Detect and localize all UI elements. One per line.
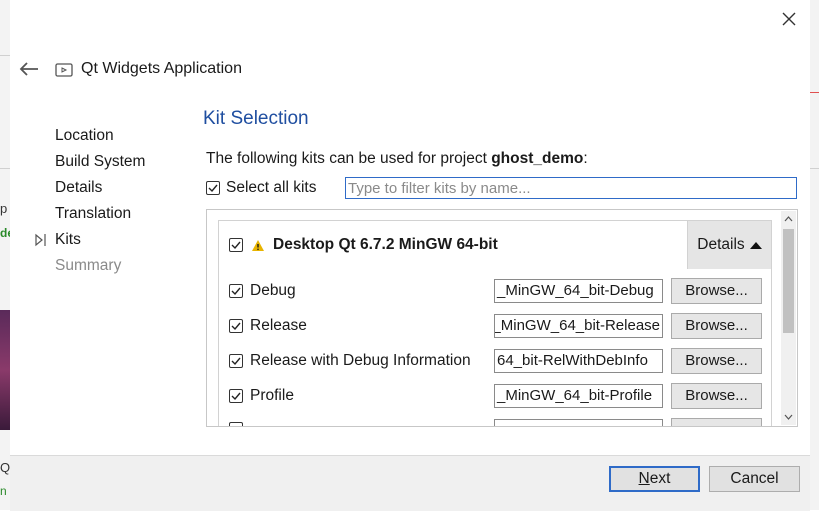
page-title: Kit Selection [203, 108, 309, 129]
current-step-marker-icon [33, 231, 49, 249]
arrow-left-icon [19, 62, 38, 76]
details-label: Details [697, 236, 745, 253]
build-directory-field[interactable]: _MinGW_64_bit-Profile [494, 384, 663, 408]
intro-prefix: The following kits can be used for proje… [206, 150, 492, 167]
project-name: ghost_demo [491, 150, 584, 167]
wizard-header: Qt Widgets Application [10, 52, 810, 88]
build-config-row: Release with Debug Information 64_bit-Re… [229, 347, 769, 375]
close-button[interactable] [780, 10, 798, 28]
build-config-label: Debug [250, 282, 296, 299]
build-config-label: Release [250, 317, 307, 334]
build-directory-field[interactable]: 64_bit-RelWithDebInfo [494, 349, 663, 373]
checkbox-checked-icon [229, 389, 243, 403]
build-directory-value: 64_bit-RelWithDebInfo [497, 352, 648, 369]
select-all-kits-checkbox[interactable]: Select all kits [206, 178, 316, 198]
wizard-steps: Location Build System Details Translatio… [35, 126, 195, 282]
checkbox-checked-icon [206, 181, 220, 195]
checkbox-icon [229, 422, 243, 426]
browse-button[interactable]: Browse... [671, 313, 762, 339]
triangle-up-icon [749, 242, 762, 249]
application-window-icon [55, 62, 73, 78]
step-location: Location [55, 126, 195, 152]
warning-icon [252, 239, 264, 251]
next-label-rest: ext [649, 470, 671, 487]
checkbox-checked-icon [229, 319, 243, 333]
checkbox-checked-icon[interactable] [229, 238, 243, 252]
build-directory-value: _MinGW_64_bit-Profile [497, 387, 653, 404]
step-label: Kits [55, 231, 81, 248]
background-text: p [0, 201, 8, 216]
wizard-footer: Next Cancel [10, 455, 810, 511]
browse-button[interactable]: Browse... [671, 348, 762, 374]
build-directory-field[interactable] [494, 419, 663, 426]
scroll-down-icon[interactable] [784, 414, 793, 420]
kit-panel: Desktop Qt 6.7.2 MinGW 64-bit Details De… [218, 220, 772, 426]
kit-header[interactable]: Desktop Qt 6.7.2 MinGW 64-bit [229, 236, 498, 254]
browse-button[interactable] [671, 418, 762, 426]
build-directory-value: _MinGW_64_bit-Release [494, 317, 660, 334]
intro-text: The following kits can be used for proje… [206, 150, 588, 168]
build-directory-field[interactable]: _MinGW_64_bit-Debug [494, 279, 663, 303]
next-mnemonic: N [638, 470, 650, 487]
next-button[interactable]: Next [609, 466, 700, 492]
background-window-left: p de Qt n [0, 0, 14, 510]
close-icon [782, 12, 796, 26]
build-config-checkbox[interactable] [229, 422, 243, 426]
details-toggle-button[interactable]: Details [687, 221, 771, 269]
kit-name: Desktop Qt 6.7.2 MinGW 64-bit [273, 236, 498, 253]
step-translation: Translation [55, 204, 195, 230]
step-label: Details [55, 179, 103, 196]
wizard-title: Qt Widgets Application [81, 60, 242, 77]
build-config-row-partial [229, 417, 769, 426]
intro-suffix: : [583, 150, 588, 167]
build-config-checkbox[interactable]: Debug [229, 282, 296, 300]
scroll-up-icon[interactable] [784, 216, 793, 222]
build-config-row: Debug _MinGW_64_bit-Debug Browse... [229, 277, 769, 305]
step-label: Build System [55, 153, 146, 170]
checkbox-checked-icon [229, 284, 243, 298]
build-config-label: Profile [250, 387, 294, 404]
kit-filter-input[interactable] [345, 177, 797, 199]
build-config-checkbox[interactable]: Profile [229, 387, 294, 405]
build-config-label: Release with Debug Information [250, 352, 471, 369]
background-window-right [810, 0, 819, 510]
checkbox-checked-icon [229, 354, 243, 368]
back-button[interactable] [18, 60, 40, 78]
step-summary: Summary [55, 256, 195, 282]
step-build-system: Build System [55, 152, 195, 178]
build-directory-value: _MinGW_64_bit-Debug [497, 282, 654, 299]
browse-button[interactable]: Browse... [671, 383, 762, 409]
build-config-row: Release _MinGW_64_bit-Release Browse... [229, 312, 769, 340]
new-project-wizard-dialog: Qt Widgets Application Location Build Sy… [10, 0, 810, 511]
build-config-checkbox[interactable]: Release [229, 317, 307, 335]
kit-list-area: Desktop Qt 6.7.2 MinGW 64-bit Details De… [206, 209, 798, 427]
step-label: Location [55, 127, 114, 144]
step-label: Translation [55, 205, 132, 222]
scrollbar-thumb[interactable] [783, 229, 794, 333]
build-config-row: Profile _MinGW_64_bit-Profile Browse... [229, 382, 769, 410]
build-directory-field[interactable]: _MinGW_64_bit-Release [494, 314, 663, 338]
browse-button[interactable]: Browse... [671, 278, 762, 304]
background-text: n [0, 484, 7, 498]
select-all-label: Select all kits [226, 179, 317, 196]
step-details: Details [55, 178, 195, 204]
step-label: Summary [55, 257, 122, 274]
build-config-checkbox[interactable]: Release with Debug Information [229, 352, 471, 370]
cancel-button[interactable]: Cancel [709, 466, 800, 492]
step-kits: Kits [35, 230, 195, 256]
kit-list-scrollbar[interactable] [781, 211, 796, 425]
